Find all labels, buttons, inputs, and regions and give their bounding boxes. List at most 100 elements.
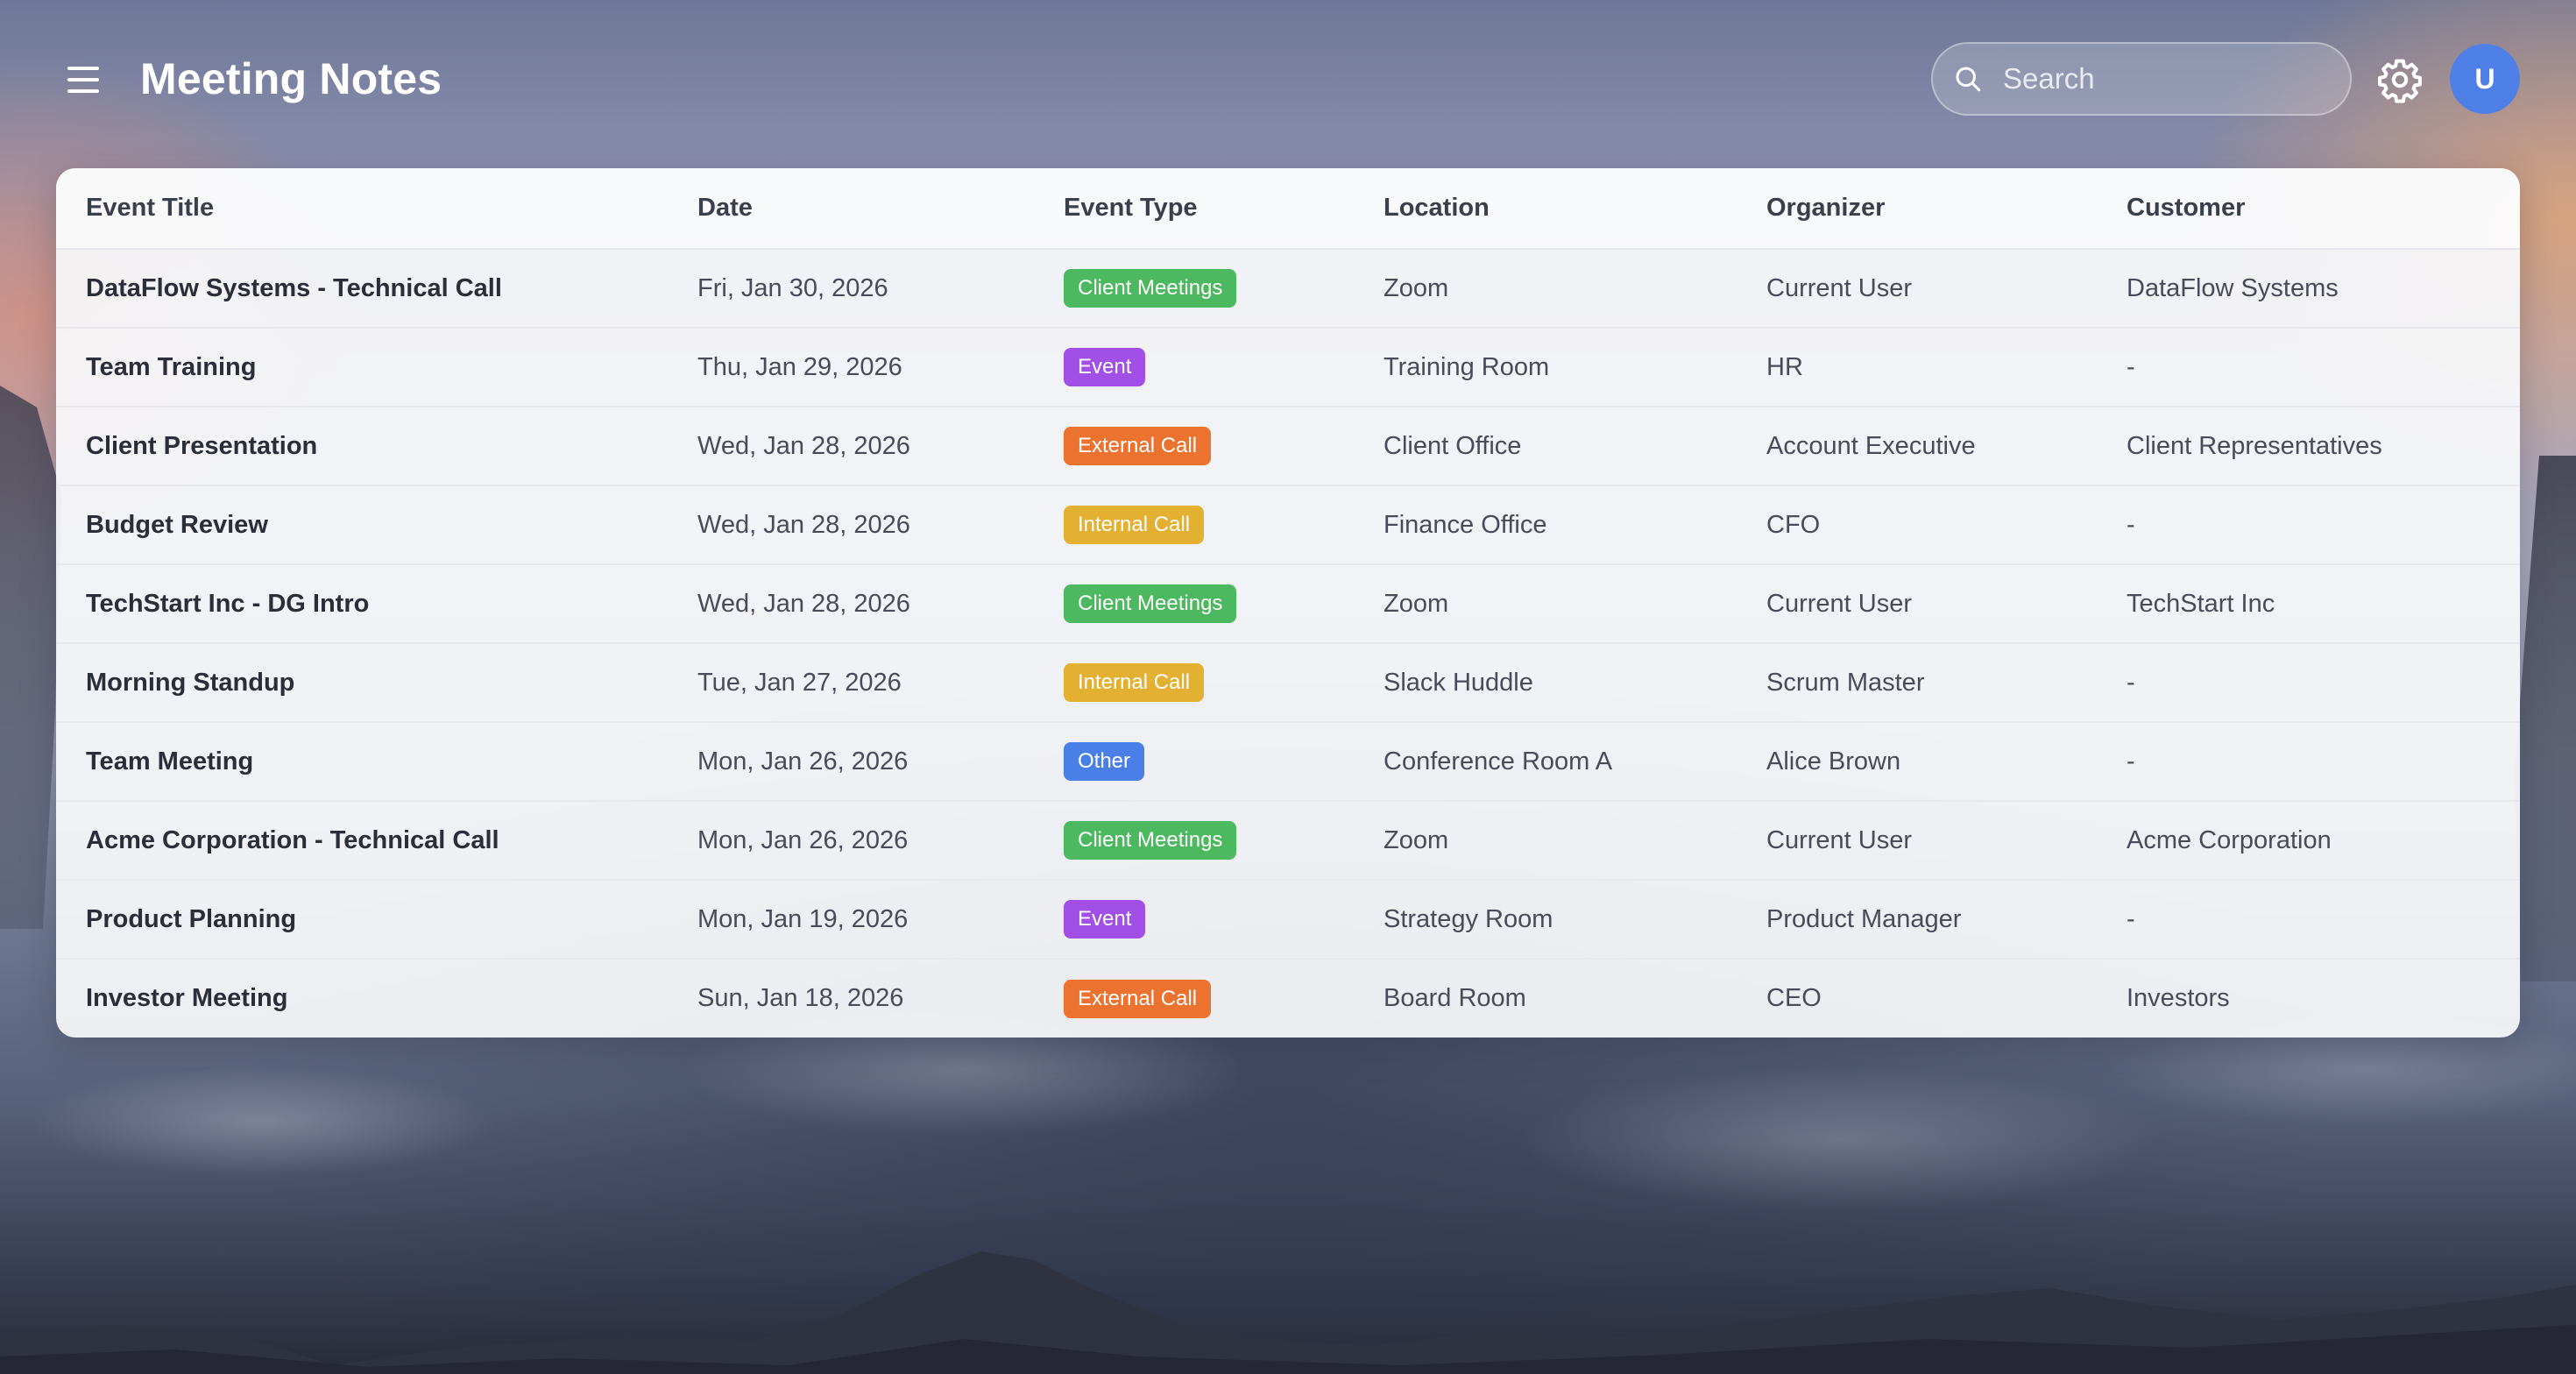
location-cell: Board Room bbox=[1384, 984, 1526, 1012]
table-row[interactable]: Team Training Thu, Jan 29, 2026 Event Train… bbox=[56, 328, 2520, 407]
organizer-cell: Current User bbox=[1737, 801, 2097, 881]
column-header-event-type[interactable]: Event Type bbox=[1034, 168, 1354, 250]
settings-button[interactable] bbox=[2376, 56, 2424, 103]
background-rock-right bbox=[2515, 456, 2576, 981]
event-type-badge: Internal Call bbox=[1064, 663, 1205, 702]
event-type-badge: Client Meetings bbox=[1064, 821, 1237, 860]
location-cell: Client Office bbox=[1354, 407, 1737, 486]
event-type-cell: Event bbox=[1034, 328, 1354, 407]
event-title-cell: Investor Meeting bbox=[86, 984, 288, 1012]
organizer-cell: Alice Brown bbox=[1737, 722, 2097, 802]
column-header-event-title[interactable]: Event Title bbox=[56, 168, 668, 250]
organizer-cell: Scrum Master bbox=[1737, 643, 2097, 723]
event-type-badge: External Call bbox=[1064, 979, 1212, 1018]
event-type-badge: Event bbox=[1064, 900, 1146, 938]
location-cell: Training Room bbox=[1354, 328, 1737, 407]
organizer-cell: Current User bbox=[1737, 249, 2097, 329]
location-cell: Finance Office bbox=[1354, 485, 1737, 565]
event-type-cell: Internal Call bbox=[1034, 485, 1354, 565]
customer-cell: DataFlow Systems bbox=[2097, 249, 2520, 329]
table-row[interactable]: Investor Meeting Sun, Jan 18, 2026 Externa… bbox=[56, 959, 2520, 1038]
column-header-date[interactable]: Date bbox=[668, 168, 1034, 250]
table-row[interactable]: DataFlow Systems - Technical Call Fri, Ja… bbox=[56, 249, 2520, 329]
event-type-cell: Internal Call bbox=[1034, 643, 1354, 723]
background-mountain bbox=[0, 1251, 2576, 1374]
organizer-cell: Product Manager bbox=[1737, 880, 2097, 960]
menu-icon bbox=[67, 67, 99, 70]
customer-cell: - bbox=[2097, 880, 2520, 960]
gear-icon bbox=[2378, 59, 2422, 103]
location-cell: Zoom bbox=[1354, 801, 1737, 881]
customer-cell: TechStart Inc bbox=[2097, 564, 2520, 644]
customer-cell: - bbox=[2097, 643, 2520, 723]
table-row[interactable]: Product Planning Mon, Jan 19, 2026 Event St… bbox=[56, 880, 2520, 960]
date-cell: Wed, Jan 28, 2026 bbox=[668, 564, 1034, 644]
event-type-cell: External Call bbox=[1034, 959, 1354, 1038]
date-cell: Mon, Jan 26, 2026 bbox=[668, 801, 1034, 881]
location-cell: Conference Room A bbox=[1354, 722, 1737, 802]
table-row[interactable]: Team Meeting Mon, Jan 26, 2026 Other Confer… bbox=[56, 722, 2520, 802]
column-header-customer[interactable]: Customer bbox=[2097, 168, 2520, 250]
customer-cell: Client Representatives bbox=[2097, 407, 2520, 486]
event-title-cell: DataFlow Systems - Technical Call bbox=[56, 249, 668, 329]
organizer-cell: CFO bbox=[1737, 485, 2097, 565]
table-row[interactable]: Client Presentation Wed, Jan 28, 2026 Exte… bbox=[56, 407, 2520, 486]
table-row[interactable]: TechStart Inc - DG Intro Wed, Jan 28, 202… bbox=[56, 564, 2520, 644]
event-type-cell: Event bbox=[1034, 880, 1354, 960]
customer-cell: Acme Corporation bbox=[2097, 801, 2520, 881]
event-type-badge: Client Meetings bbox=[1064, 269, 1237, 308]
background-rock-left bbox=[0, 386, 61, 929]
event-title-cell: Budget Review bbox=[56, 485, 668, 565]
customer-cell: Investors bbox=[2127, 984, 2230, 1012]
table-row[interactable]: Acme Corporation - Technical Call Mon, Ja… bbox=[56, 801, 2520, 881]
location-cell: Strategy Room bbox=[1354, 880, 1737, 960]
menu-button[interactable] bbox=[61, 58, 105, 102]
event-type-cell: Client Meetings bbox=[1034, 801, 1354, 881]
date-cell: Mon, Jan 19, 2026 bbox=[668, 880, 1034, 960]
event-type-cell: External Call bbox=[1034, 407, 1354, 486]
event-type-badge: Client Meetings bbox=[1064, 584, 1237, 623]
organizer-cell: Current User bbox=[1737, 564, 2097, 644]
organizer-cell: Account Executive bbox=[1737, 407, 2097, 486]
date-cell: Wed, Jan 28, 2026 bbox=[668, 407, 1034, 486]
date-cell: Thu, Jan 29, 2026 bbox=[668, 328, 1034, 407]
location-cell: Zoom bbox=[1354, 564, 1737, 644]
event-type-cell: Client Meetings bbox=[1034, 249, 1354, 329]
event-type-badge: Event bbox=[1064, 348, 1146, 386]
event-title-cell: Client Presentation bbox=[56, 407, 668, 486]
table-row[interactable]: Morning Standup Tue, Jan 27, 2026 Internal… bbox=[56, 643, 2520, 723]
search-input[interactable] bbox=[2003, 62, 2336, 96]
date-cell: Tue, Jan 27, 2026 bbox=[668, 643, 1034, 723]
date-cell: Mon, Jan 26, 2026 bbox=[668, 722, 1034, 802]
organizer-cell: HR bbox=[1737, 328, 2097, 407]
location-cell: Slack Huddle bbox=[1354, 643, 1737, 723]
column-header-location[interactable]: Location bbox=[1354, 168, 1737, 250]
date-cell: Wed, Jan 28, 2026 bbox=[668, 485, 1034, 565]
meeting-notes-table: Event Title Date Event Type Location Org… bbox=[56, 168, 2520, 1038]
event-type-cell: Other bbox=[1034, 722, 1354, 802]
event-title-cell: Acme Corporation - Technical Call bbox=[56, 801, 668, 881]
event-type-badge: Internal Call bbox=[1064, 506, 1205, 544]
customer-cell: - bbox=[2097, 328, 2520, 407]
table-row[interactable]: Budget Review Wed, Jan 28, 2026 Internal C… bbox=[56, 485, 2520, 565]
location-cell: Zoom bbox=[1354, 249, 1737, 329]
event-title-cell: Morning Standup bbox=[56, 643, 668, 723]
search-box[interactable] bbox=[1931, 42, 2352, 116]
app-header: Meeting Notes U bbox=[0, 0, 2576, 158]
organizer-cell: CEO bbox=[1766, 984, 1822, 1012]
event-title-cell: Team Meeting bbox=[56, 722, 668, 802]
event-title-cell: Team Training bbox=[56, 328, 668, 407]
page-title: Meeting Notes bbox=[140, 54, 442, 103]
search-icon bbox=[1956, 67, 1981, 92]
table-header-row: Event Title Date Event Type Location Org… bbox=[56, 168, 2520, 250]
event-title-cell: TechStart Inc - DG Intro bbox=[56, 564, 668, 644]
date-cell: Sun, Jan 18, 2026 bbox=[697, 984, 904, 1012]
event-type-badge: Other bbox=[1064, 742, 1145, 781]
column-header-organizer[interactable]: Organizer bbox=[1737, 168, 2097, 250]
user-avatar[interactable]: U bbox=[2450, 44, 2520, 114]
customer-cell: - bbox=[2097, 485, 2520, 565]
event-type-badge: External Call bbox=[1064, 427, 1212, 465]
meeting-notes-table-card: Event Title Date Event Type Location Org… bbox=[56, 168, 2520, 1038]
customer-cell: - bbox=[2097, 722, 2520, 802]
date-cell: Fri, Jan 30, 2026 bbox=[668, 249, 1034, 329]
